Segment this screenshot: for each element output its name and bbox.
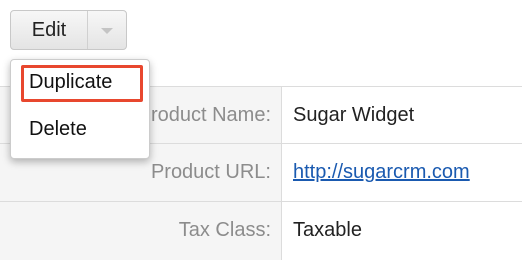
edit-split-button: Edit bbox=[10, 10, 127, 50]
product-url-link[interactable]: http://sugarcrm.com bbox=[293, 161, 470, 183]
tax-class-value: Taxable bbox=[293, 219, 362, 241]
tax-class-label: Tax Class: bbox=[0, 202, 282, 260]
menu-item-duplicate[interactable]: Duplicate bbox=[11, 64, 149, 102]
product-name-value: Sugar Widget bbox=[293, 104, 415, 126]
product-url-value-cell: http://sugarcrm.com bbox=[282, 144, 522, 201]
menu-item-delete[interactable]: Delete bbox=[11, 111, 149, 147]
actions-dropdown-toggle[interactable] bbox=[88, 11, 126, 49]
record-view: Edit Product Name: Sugar Widget Product … bbox=[0, 0, 522, 262]
chevron-down-icon bbox=[101, 28, 113, 34]
edit-button[interactable]: Edit bbox=[11, 11, 88, 49]
actions-dropdown-menu: Duplicate Delete bbox=[10, 59, 150, 159]
detail-row-tax-class: Tax Class: Taxable bbox=[0, 202, 522, 260]
